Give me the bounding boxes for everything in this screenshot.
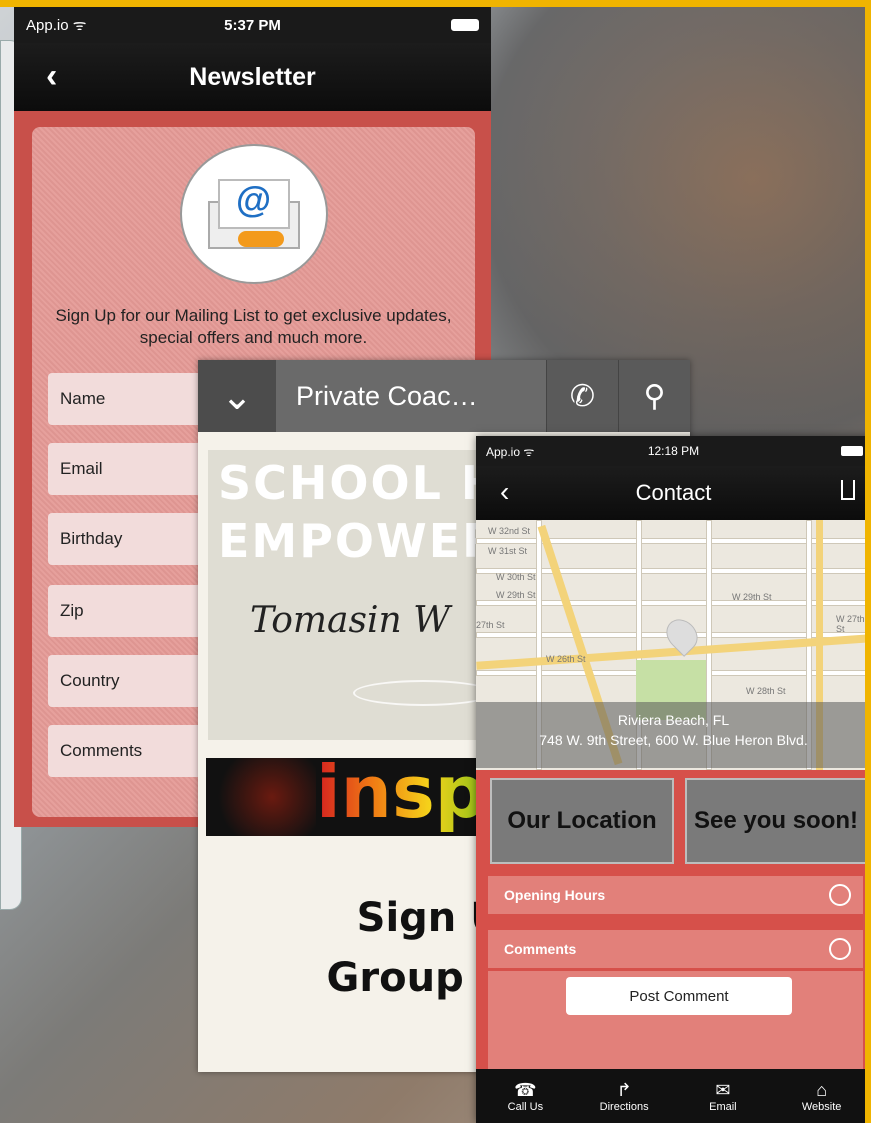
inspire-text: insp	[316, 758, 486, 834]
see-you-soon-button[interactable]: See you soon!	[685, 778, 867, 864]
our-location-button[interactable]: Our Location	[490, 778, 674, 864]
street-label: W 31st St	[488, 546, 528, 556]
tab-call-us[interactable]: ☎ Call Us	[476, 1069, 575, 1123]
tab-label: Call Us	[507, 1101, 544, 1113]
back-button[interactable]: ‹	[500, 476, 509, 508]
chevron-up-icon	[829, 938, 851, 960]
envelope-icon: @	[208, 179, 300, 249]
tab-label: Directions	[599, 1101, 649, 1113]
tab-label: Email	[709, 1101, 737, 1113]
nav-bar: ‹ Contact	[476, 466, 871, 520]
home-icon: ⌂	[816, 1080, 828, 1100]
swirl-ornament	[353, 680, 493, 706]
location-pin-icon[interactable]: ⚲	[618, 360, 690, 432]
newsletter-logo: @	[180, 144, 328, 284]
banner-line-2: EMPOWER	[218, 514, 500, 568]
top-accent-bar	[0, 0, 871, 7]
status-bar: App.io ᯤ 5:37 PM	[14, 7, 491, 43]
chevron-down-icon[interactable]: ⌄	[198, 360, 276, 432]
tab-label: Website	[801, 1101, 842, 1113]
page-title: Contact	[635, 480, 712, 505]
phone-icon: ☎	[514, 1080, 537, 1100]
tab-directions[interactable]: ↱ Directions	[575, 1069, 674, 1123]
battery-icon	[451, 19, 479, 31]
opening-hours-label: Opening Hours	[504, 887, 606, 903]
back-button[interactable]: ‹	[46, 59, 57, 93]
coaching-title: Private Coac…	[276, 360, 546, 432]
battery-icon	[841, 446, 863, 456]
street-label: W 26th St	[546, 654, 586, 664]
street-label: 27th St	[476, 620, 505, 630]
contact-screen: App.io ᯤ 12:18 PM ‹ Contact W 32nd St W …	[476, 436, 871, 1123]
street-label: W 32nd St	[488, 526, 531, 536]
comments-label: Comments	[504, 941, 577, 957]
street-label: W 29th St	[732, 592, 772, 602]
share-icon[interactable]	[841, 480, 855, 500]
opening-hours-accordion[interactable]: Opening Hours	[488, 876, 863, 914]
right-accent-bar	[865, 7, 871, 1123]
map-address: 748 W. 9th Street, 600 W. Blue Heron Blv…	[539, 732, 808, 748]
phone-icon[interactable]: ✆	[546, 360, 618, 432]
status-time: 12:18 PM	[647, 444, 700, 458]
nav-bar: ‹ Newsletter	[14, 43, 491, 111]
signup-description: Sign Up for our Mailing List to get excl…	[55, 306, 452, 347]
floral-decoration	[206, 758, 316, 836]
directions-arrow-icon: ↱	[616, 1080, 632, 1100]
coaching-header: ⌄ Private Coac… ✆ ⚲	[198, 360, 690, 432]
page-title: Newsletter	[189, 62, 316, 91]
status-bar: App.io ᯤ 12:18 PM	[476, 436, 871, 466]
envelope-icon: ✉	[715, 1080, 731, 1100]
street-label: W 28th St	[746, 686, 786, 696]
street-label: W 30th St	[496, 572, 536, 582]
street-label: W 29th St	[496, 590, 536, 600]
bottom-tab-bar: ☎ Call Us ↱ Directions ✉ Email ⌂ Website	[476, 1069, 871, 1123]
map-address-overlay: Riviera Beach, FL 748 W. 9th Street, 600…	[476, 702, 871, 768]
post-comment-button[interactable]: Post Comment	[566, 977, 792, 1015]
tab-website[interactable]: ⌂ Website	[772, 1069, 871, 1123]
comments-accordion[interactable]: Comments	[488, 930, 863, 968]
location-map[interactable]: W 32nd St W 31st St W 30th St W 29th St …	[476, 520, 871, 770]
tab-email[interactable]: ✉ Email	[674, 1069, 773, 1123]
chevron-up-icon	[829, 884, 851, 906]
status-time: 5:37 PM	[224, 16, 281, 34]
map-city: Riviera Beach, FL	[617, 712, 730, 728]
signature: Tomasin W	[250, 600, 451, 641]
